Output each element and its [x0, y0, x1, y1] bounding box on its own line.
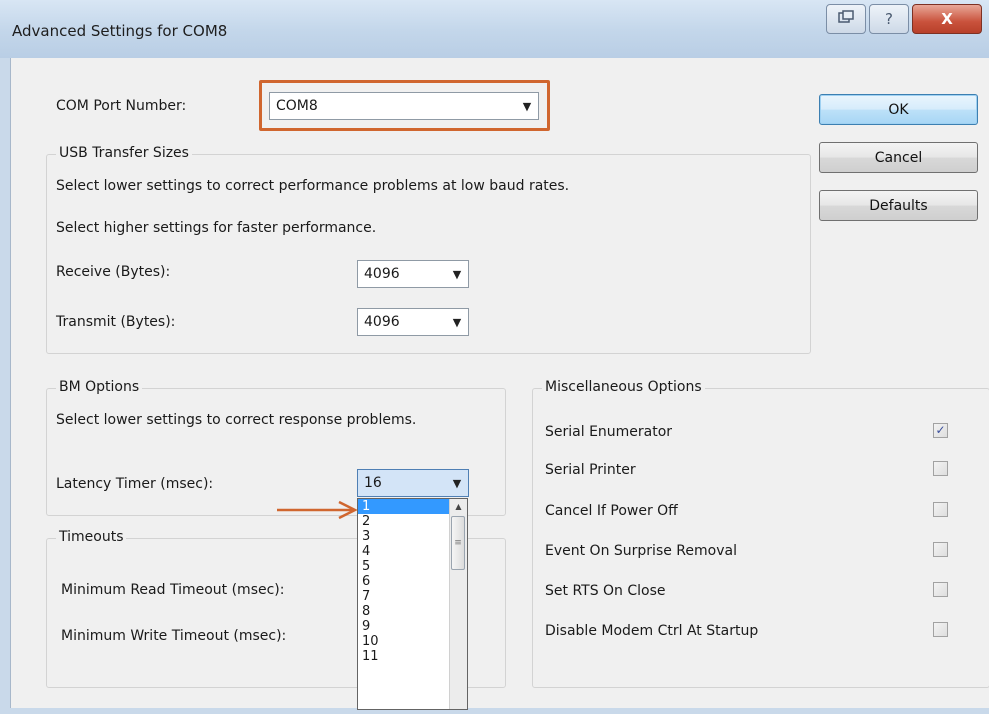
help-button[interactable]: ? [869, 4, 909, 34]
transmit-value: 4096 [364, 314, 400, 330]
chevron-down-icon: ▼ [452, 267, 462, 281]
bm-desc: Select lower settings to correct respons… [56, 412, 417, 428]
chevron-down-icon: ▼ [522, 99, 532, 113]
receive-label: Receive (Bytes): [56, 264, 171, 280]
misc-label-set-rts-on-close: Set RTS On Close [545, 583, 666, 599]
transmit-label: Transmit (Bytes): [56, 314, 176, 330]
misc-label-event-on-surprise-removal: Event On Surprise Removal [545, 543, 737, 559]
transmit-select[interactable]: 4096 ▼ [357, 308, 469, 336]
serial-printer-checkbox[interactable] [933, 461, 948, 476]
latency-dropdown-list[interactable]: 1 2 3 4 5 6 7 8 9 10 11 ▲ ≡ [357, 498, 468, 710]
misc-label-serial-enumerator: Serial Enumerator [545, 424, 673, 440]
serial-enumerator-checkbox[interactable]: ✓ [933, 423, 948, 438]
set-rts-on-close-checkbox[interactable] [933, 582, 948, 597]
usb-desc-higher: Select higher settings for faster perfor… [56, 220, 377, 236]
misc-label-disable-modem-ctrl: Disable Modem Ctrl At Startup [545, 623, 759, 639]
com-port-label: COM Port Number: [56, 98, 187, 114]
receive-value: 4096 [364, 266, 400, 282]
usb-transfer-title: USB Transfer Sizes [56, 145, 192, 161]
window-title: Advanced Settings for COM8 [12, 22, 228, 40]
scroll-up-icon[interactable]: ▲ [450, 499, 467, 514]
chevron-down-icon: ▼ [452, 315, 462, 329]
close-button[interactable]: X [912, 4, 982, 34]
ok-button[interactable]: OK [819, 94, 978, 125]
close-icon: X [941, 10, 953, 28]
latency-select[interactable]: 16 ▼ [357, 469, 469, 497]
chevron-down-icon: ▼ [452, 476, 462, 490]
title-bar[interactable]: Advanced Settings for COM8 ? X [0, 0, 989, 58]
usb-desc-lower: Select lower settings to correct perform… [56, 178, 570, 194]
min-read-timeout-label: Minimum Read Timeout (msec): [61, 582, 285, 598]
cancel-button[interactable]: Cancel [819, 142, 978, 173]
bm-options-title: BM Options [56, 379, 143, 395]
dropdown-scrollbar[interactable]: ▲ ≡ [449, 499, 467, 709]
com-port-select[interactable]: COM8 ▼ [269, 92, 539, 120]
latency-label: Latency Timer (msec): [56, 476, 214, 492]
receive-select[interactable]: 4096 ▼ [357, 260, 469, 288]
help-icon: ? [885, 10, 893, 28]
dialog-body: COM Port Number: COM8 ▼ USB Transfer Siz… [10, 58, 989, 710]
min-write-timeout-label: Minimum Write Timeout (msec): [61, 628, 287, 644]
latency-value: 16 [364, 475, 382, 491]
restore-button[interactable] [826, 4, 866, 34]
restore-icon [838, 10, 854, 28]
com-port-value: COM8 [276, 98, 318, 114]
misc-options-title: Miscellaneous Options [542, 379, 705, 395]
misc-label-cancel-if-power-off: Cancel If Power Off [545, 503, 678, 519]
misc-label-serial-printer: Serial Printer [545, 462, 636, 478]
defaults-button[interactable]: Defaults [819, 190, 978, 221]
disable-modem-ctrl-checkbox[interactable] [933, 622, 948, 637]
checkmark-icon: ✓ [935, 423, 946, 437]
scrollbar-thumb[interactable]: ≡ [451, 516, 465, 570]
cancel-if-power-off-checkbox[interactable] [933, 502, 948, 517]
timeouts-title: Timeouts [56, 529, 127, 545]
event-on-surprise-removal-checkbox[interactable] [933, 542, 948, 557]
